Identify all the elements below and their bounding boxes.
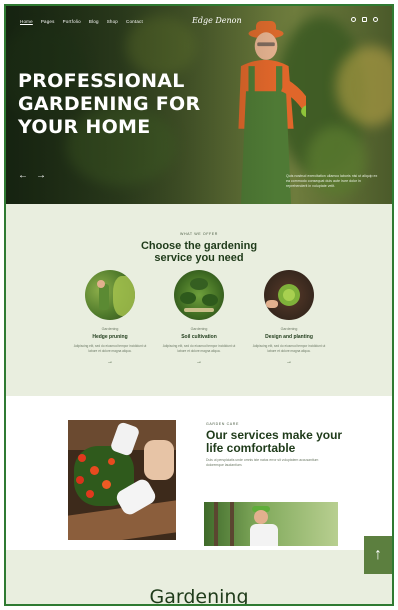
hero-slider-controls: ← → bbox=[18, 171, 46, 181]
gardening-section: Gardening bbox=[6, 550, 392, 606]
hero-caption: Quis nostrud exercitation ullamco labori… bbox=[286, 174, 378, 188]
nav-link-shop[interactable]: Shop bbox=[107, 19, 118, 24]
card-title[interactable]: Soil cultivation bbox=[159, 334, 239, 340]
nav-links: Home Pages Portfolio Blog Shop Contact bbox=[20, 19, 143, 24]
services-eyebrow: WHAT WE OFFER bbox=[179, 232, 218, 236]
page-frame: Home Pages Portfolio Blog Shop Contact E… bbox=[4, 4, 394, 606]
gardening-heading: Gardening bbox=[149, 586, 249, 606]
design-planting-image bbox=[264, 270, 314, 320]
card-tag: Gardening bbox=[190, 327, 208, 331]
cart-icon[interactable] bbox=[362, 17, 367, 22]
flowers-photo bbox=[68, 420, 176, 540]
arrow-right-icon[interactable]: → bbox=[70, 359, 150, 365]
top-nav: Home Pages Portfolio Blog Shop Contact E… bbox=[20, 14, 378, 28]
service-card-design[interactable]: Gardening Design and planting Adipiscing… bbox=[249, 270, 329, 365]
nav-link-pages[interactable]: Pages bbox=[41, 19, 55, 24]
search-icon[interactable] bbox=[373, 17, 378, 22]
arrow-right-icon[interactable]: → bbox=[159, 359, 239, 365]
hedge-pruning-image bbox=[85, 270, 135, 320]
nav-link-portfolio[interactable]: Portfolio bbox=[63, 19, 81, 24]
nav-link-home[interactable]: Home bbox=[20, 19, 33, 24]
nav-icons bbox=[351, 17, 378, 22]
card-tag: Gardening bbox=[280, 327, 298, 331]
comfort-section: GARDEN CARE Our services make your life … bbox=[6, 396, 392, 556]
comfort-desc: Duis ut perspiciatis unde omnis iste nat… bbox=[206, 458, 319, 467]
card-desc: Adipiscing elit, sed do eiusmod tempor i… bbox=[162, 344, 236, 353]
prev-arrow-icon[interactable]: ← bbox=[18, 171, 28, 181]
comfort-title: Our services make your life comfortable bbox=[206, 428, 343, 455]
scroll-to-top-button[interactable]: ↑ bbox=[364, 536, 392, 574]
nav-link-contact[interactable]: Contact bbox=[126, 19, 143, 24]
card-tag: Gardening bbox=[101, 327, 119, 331]
hero-title: PROFESSIONAL GARDENING FOR YOUR HOME bbox=[18, 70, 201, 138]
user-icon[interactable] bbox=[351, 17, 356, 22]
card-title[interactable]: Design and planting bbox=[249, 334, 329, 340]
service-card-hedge[interactable]: Gardening Hedge pruning Adipiscing elit,… bbox=[70, 270, 150, 365]
card-title[interactable]: Hedge pruning bbox=[70, 334, 150, 340]
nav-link-blog[interactable]: Blog bbox=[89, 19, 99, 24]
gardener-photo bbox=[204, 502, 338, 546]
services-section: WHAT WE OFFER Choose the gardening servi… bbox=[6, 204, 392, 396]
arrow-right-icon[interactable]: → bbox=[249, 359, 329, 365]
card-desc: Adipiscing elit, sed do eiusmod tempor i… bbox=[252, 344, 326, 353]
services-title-line2: service you need bbox=[154, 252, 244, 264]
services-title-line1: Choose the gardening bbox=[140, 240, 258, 252]
service-card-soil[interactable]: Gardening Soil cultivation Adipiscing el… bbox=[159, 270, 239, 365]
next-arrow-icon[interactable]: → bbox=[36, 171, 46, 181]
card-desc: Adipiscing elit, sed do eiusmod tempor i… bbox=[73, 344, 147, 353]
soil-cultivation-image bbox=[174, 270, 224, 320]
comfort-eyebrow: GARDEN CARE bbox=[206, 422, 239, 426]
site-logo[interactable]: Edge Denon bbox=[192, 16, 242, 25]
hero-section: Home Pages Portfolio Blog Shop Contact E… bbox=[6, 6, 392, 204]
